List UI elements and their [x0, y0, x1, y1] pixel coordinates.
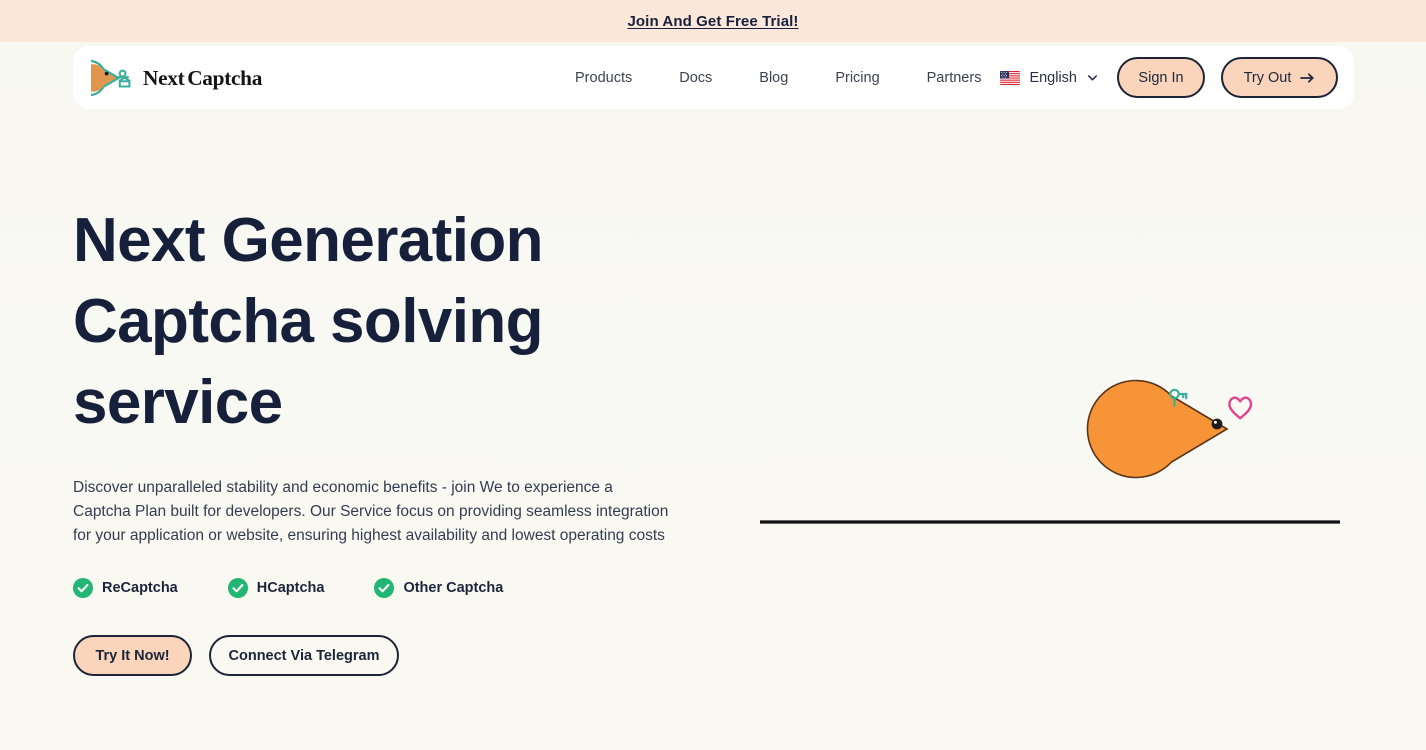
- feature-list: ReCaptcha HCaptcha Other Captcha: [73, 578, 713, 598]
- hero-description: Discover unparalleled stability and econ…: [73, 479, 669, 544]
- svg-text:Next: Next: [143, 65, 186, 89]
- us-flag-icon: [1000, 70, 1021, 85]
- feature-label: ReCaptcha: [102, 580, 178, 596]
- try-it-now-button[interactable]: Try It Now!: [73, 635, 192, 676]
- language-selector[interactable]: English: [1000, 70, 1101, 86]
- chevron-down-icon: [1087, 75, 1098, 81]
- page-title: Next Generation Captcha solving service: [73, 206, 544, 437]
- pacman-key-logo-icon: [91, 59, 131, 96]
- language-label: English: [1029, 69, 1077, 86]
- feature-item-other-captcha: Other Captcha: [374, 578, 503, 598]
- nav-item-partners[interactable]: Partners: [927, 70, 982, 86]
- check-circle-icon: [73, 578, 93, 598]
- announcement-link[interactable]: Join And Get Free Trial!: [627, 13, 798, 30]
- check-circle-icon: [227, 578, 248, 598]
- hero-section: Next Generation Captcha solving service …: [73, 200, 713, 676]
- cta-group: Try It Now! Connect Via Telegram: [73, 635, 713, 676]
- sign-in-label: Sign In: [1138, 69, 1184, 86]
- brand-logo[interactable]: Next Captcha: [91, 59, 303, 97]
- main-nav: Products Docs Blog Pricing Partners: [575, 70, 981, 86]
- try-out-label: Try Out: [1243, 69, 1292, 86]
- pacman-scene-icon: [760, 379, 1340, 524]
- connect-via-telegram-button[interactable]: Connect Via Telegram: [209, 635, 399, 676]
- try-out-button[interactable]: Try Out: [1221, 57, 1338, 98]
- nav-item-pricing[interactable]: Pricing: [835, 70, 879, 86]
- feature-item-hcaptcha: HCaptcha: [227, 578, 325, 598]
- pacman-character-icon: [1086, 379, 1229, 479]
- feature-label: HCaptcha: [256, 580, 325, 596]
- heart-outline-icon: [1228, 396, 1253, 420]
- brand-wordmark-icon: Next Captcha: [143, 65, 263, 89]
- header-actions: English Sign In Try Out: [1000, 57, 1338, 98]
- sign-in-button[interactable]: Sign In: [1117, 57, 1205, 98]
- hero-illustration: [755, 375, 1355, 535]
- feature-item-recaptcha: ReCaptcha: [73, 578, 178, 598]
- nav-item-blog[interactable]: Blog: [759, 70, 788, 86]
- feature-label: Other Captcha: [403, 580, 504, 596]
- announcement-bar: Join And Get Free Trial!: [0, 0, 1426, 42]
- nav-item-docs[interactable]: Docs: [679, 70, 712, 86]
- check-circle-icon: [374, 578, 395, 598]
- arrow-right-icon: [1300, 72, 1315, 83]
- nav-item-products[interactable]: Products: [575, 70, 632, 86]
- site-header: Next Captcha Products Docs Blog Pricing …: [73, 46, 1354, 109]
- svg-text:Captcha: Captcha: [187, 65, 263, 89]
